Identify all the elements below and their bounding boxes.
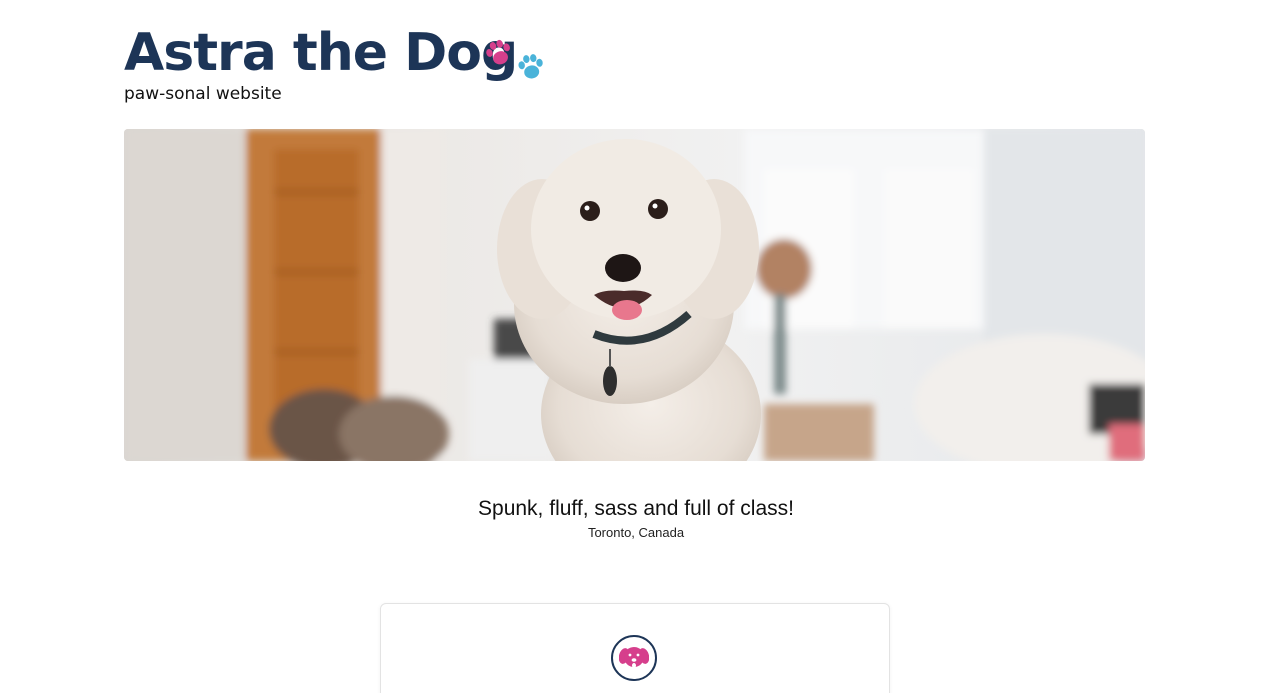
info-card — [380, 603, 890, 693]
dog-face-icon — [611, 635, 657, 681]
tagline: Spunk, fluff, sass and full of class! — [478, 497, 794, 520]
intro: Spunk, fluff, sass and full of class! To… — [0, 496, 1272, 540]
site-subtitle: paw-sonal website — [124, 84, 282, 104]
hero-image — [124, 129, 1145, 461]
location: Toronto, Canada — [587, 525, 685, 540]
site-header: Astra the Dog paw-sonal website — [124, 18, 724, 118]
dog-photo — [124, 129, 1145, 461]
paw-icon-pink — [486, 39, 510, 65]
paw-icons — [484, 38, 554, 88]
paw-icon-blue — [518, 54, 543, 79]
site-title: Astra the Dog — [124, 23, 518, 83]
